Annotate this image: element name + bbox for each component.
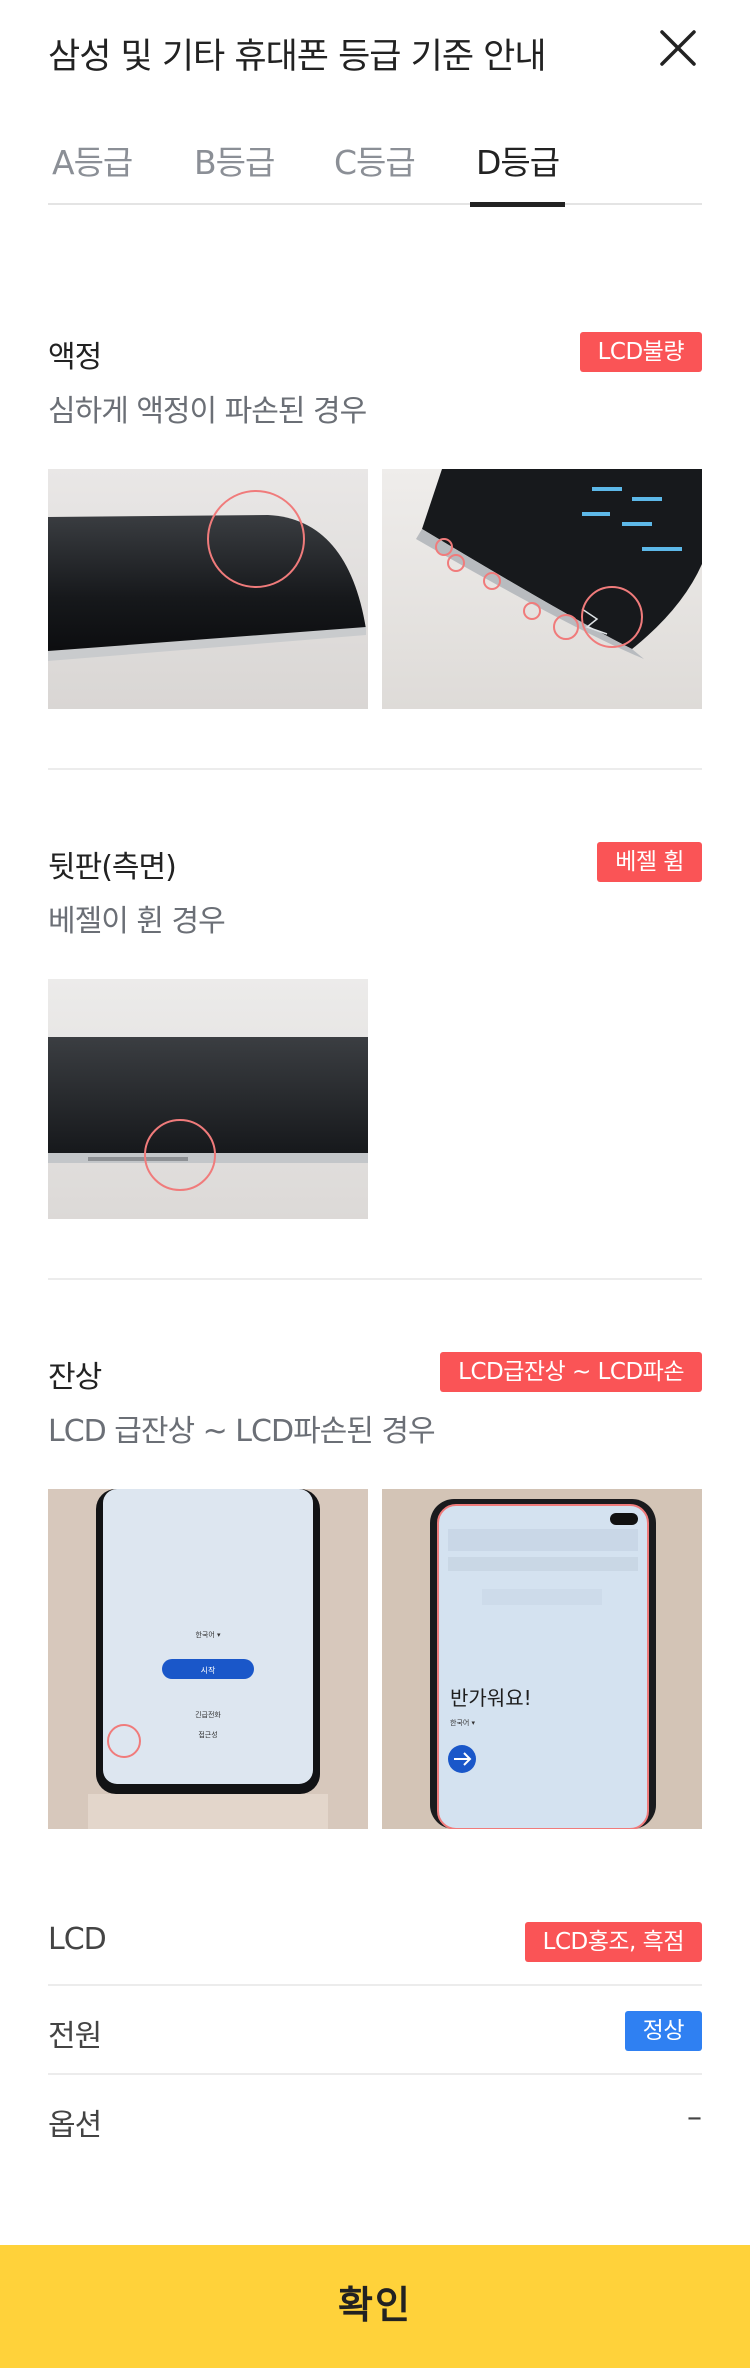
tab-grade-d[interactable]: D등급: [469, 136, 566, 207]
section-back-side: 뒷판(측면) 베젤 휨 베젤이 휜 경우: [48, 842, 702, 1222]
language-label: 한국어 ▾: [195, 1630, 221, 1639]
section-title: 잔상: [48, 1360, 102, 1395]
status-badge: LCD급잔상 ~ LCD파손: [440, 1352, 702, 1392]
start-button-label: 시작: [201, 1665, 216, 1675]
phone-cracked-screen-photo: [382, 469, 702, 709]
accessibility-label: 접근성: [198, 1730, 217, 1739]
close-button[interactable]: [652, 22, 704, 74]
emergency-label: 긴급전화: [195, 1710, 221, 1719]
phone-setup-screen-photo: 한국어 ▾ 시작 긴급전화 접근성: [48, 1489, 368, 1829]
status-badge: LCD불량: [579, 332, 702, 372]
divider: [48, 1278, 702, 1280]
section-afterimage: 잔상 LCD급잔상 ~ LCD파손 LCD 급잔상 ~ LCD파손된 경우 한국…: [48, 1352, 702, 1832]
confirm-button[interactable]: 확인: [0, 2245, 750, 2368]
summary-row-lcd: LCD LCD홍조, 흑점: [48, 1898, 702, 1986]
section-lcd: 액정 LCD불량 심하게 액정이 파손된 경우: [48, 332, 702, 722]
tab-grade-b[interactable]: B등급: [194, 136, 275, 205]
language-label-2: 한국어 ▾: [450, 1718, 476, 1727]
phone-screen-edge-photo: [48, 469, 368, 709]
grade-tabs: A등급 B등급 C등급 D등급: [48, 120, 702, 207]
status-badge: 베젤 휨: [597, 842, 702, 882]
row-value: –: [687, 2100, 702, 2135]
divider: [48, 768, 702, 770]
header: 삼성 및 기타 휴대폰 등급 기준 안내: [0, 0, 750, 100]
tab-grade-c[interactable]: C등급: [334, 136, 416, 205]
row-label: 옵션: [48, 2108, 102, 2143]
phone-burn-in-screen-photo: 반가워요! 한국어 ▾: [382, 1489, 702, 1829]
section-description: 심하게 액정이 파손된 경우: [48, 394, 367, 429]
welcome-text: 반가워요!: [450, 1686, 532, 1710]
section-title: 뒷판(측면): [48, 850, 177, 885]
tab-grade-a[interactable]: A등급: [52, 136, 133, 205]
status-badge: LCD홍조, 흑점: [524, 1922, 702, 1962]
phone-bent-bezel-photo: [48, 979, 368, 1219]
summary-row-power: 전원 정상: [48, 1987, 702, 2075]
close-icon: [660, 30, 696, 66]
page-title: 삼성 및 기타 휴대폰 등급 기준 안내: [48, 37, 547, 77]
summary-row-option: 옵션 –: [48, 2076, 702, 2164]
section-title: 액정: [48, 340, 102, 375]
section-description: 베젤이 휜 경우: [48, 904, 226, 939]
row-label: 전원: [48, 2019, 102, 2054]
status-badge: 정상: [624, 2011, 702, 2051]
row-label: LCD: [48, 1922, 107, 1957]
section-description: LCD 급잔상 ~ LCD파손된 경우: [48, 1414, 436, 1449]
confirm-button-label: 확인: [338, 2285, 412, 2327]
